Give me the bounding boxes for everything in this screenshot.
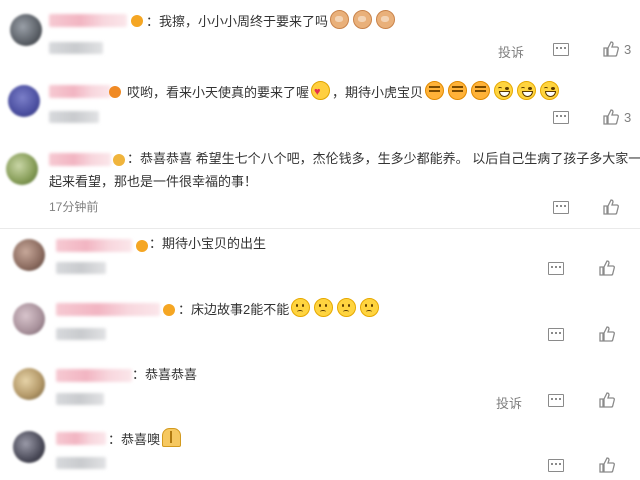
laugh-icon [517,81,537,100]
vip-badge-icon [113,154,125,166]
avatar[interactable] [13,431,45,463]
comment-text: ：我擦，小小小周终于要来了吗 [146,10,397,33]
post-time [56,328,106,340]
vip-badge-icon [136,240,148,252]
pray-icon [162,428,182,447]
comment-item: ：恭喜恭喜 投诉 [0,359,640,421]
comment-item: 哎哟，看来小天使真的要来了喔，期待小虎宝贝 3 [0,75,640,140]
username[interactable] [56,239,132,252]
tiger-icon [471,81,491,100]
reply-icon[interactable] [553,43,569,56]
like-icon[interactable] [603,109,619,125]
reply-icon[interactable] [548,459,564,472]
like-count: 3 [624,110,632,125]
frown-icon [360,298,380,317]
like-icon[interactable] [599,260,615,276]
username[interactable] [56,432,106,445]
vip-badge-icon [109,86,121,98]
like-count: 3 [624,42,632,57]
vip-badge-icon [163,304,175,316]
avatar[interactable] [6,153,38,185]
comment-item: ：恭喜恭喜 希望生七个八个吧，杰伦钱多，生多少都能养。 以后自己生病了孩子多大家… [0,140,640,225]
comment-item: ：我擦，小小小周终于要来了吗 投诉 3 [0,0,640,75]
report-button[interactable]: 投诉 [498,42,524,61]
username[interactable] [49,153,111,166]
comment-text: 哎哟，看来小天使真的要来了喔，期待小虎宝贝 [127,81,561,104]
heart-eyes-icon [311,81,331,103]
comment-text: ：期待小宝贝的出生 [149,236,267,251]
reply-icon[interactable] [553,201,569,214]
post-time [49,111,99,123]
doge-icon [330,10,350,29]
tiger-icon [425,81,445,100]
comment-text: ：恭喜恭喜 [132,367,198,382]
frown-icon [314,298,334,317]
frown-icon [291,298,311,317]
username[interactable] [49,14,127,27]
like-icon[interactable] [603,199,619,215]
comment-item: ：床边故事2能不能 [0,291,640,359]
doge-icon [376,10,396,29]
comment-text: ：恭喜恭喜 希望生七个八个吧，杰伦钱多，生多少都能养。 以后自己生病了孩子多大家… [127,151,640,166]
reply-icon[interactable] [553,111,569,124]
post-time [56,457,106,469]
frown-icon [337,298,357,317]
avatar[interactable] [13,303,45,335]
avatar[interactable] [13,239,45,271]
doge-icon [353,10,373,29]
post-time [56,393,104,405]
post-time: 17分钟前 [49,200,99,214]
laugh-icon [540,81,560,100]
username[interactable] [49,85,111,98]
report-button[interactable]: 投诉 [496,393,522,412]
like-icon[interactable] [599,392,615,408]
avatar[interactable] [13,368,45,400]
avatar[interactable] [10,14,42,46]
vip-badge-icon [131,15,143,27]
username[interactable] [56,369,132,382]
post-time [49,42,103,54]
like-icon[interactable] [603,41,619,57]
comment-item: ：恭喜噢 [0,421,640,480]
post-time [56,262,106,274]
username[interactable] [56,303,160,316]
comment-text: ：恭喜噢 [108,428,183,451]
avatar[interactable] [8,85,40,117]
comment-item: ：期待小宝贝的出生 [0,229,640,291]
like-icon[interactable] [599,457,615,473]
reply-icon[interactable] [548,262,564,275]
reply-icon[interactable] [548,394,564,407]
tiger-icon [448,81,468,100]
reply-icon[interactable] [548,328,564,341]
like-icon[interactable] [599,326,615,342]
comment-text-continued: 起来看望，那也是一件很幸福的事！ [49,174,258,189]
comment-text: ：床边故事2能不能 [178,298,381,321]
laugh-icon [494,81,514,100]
